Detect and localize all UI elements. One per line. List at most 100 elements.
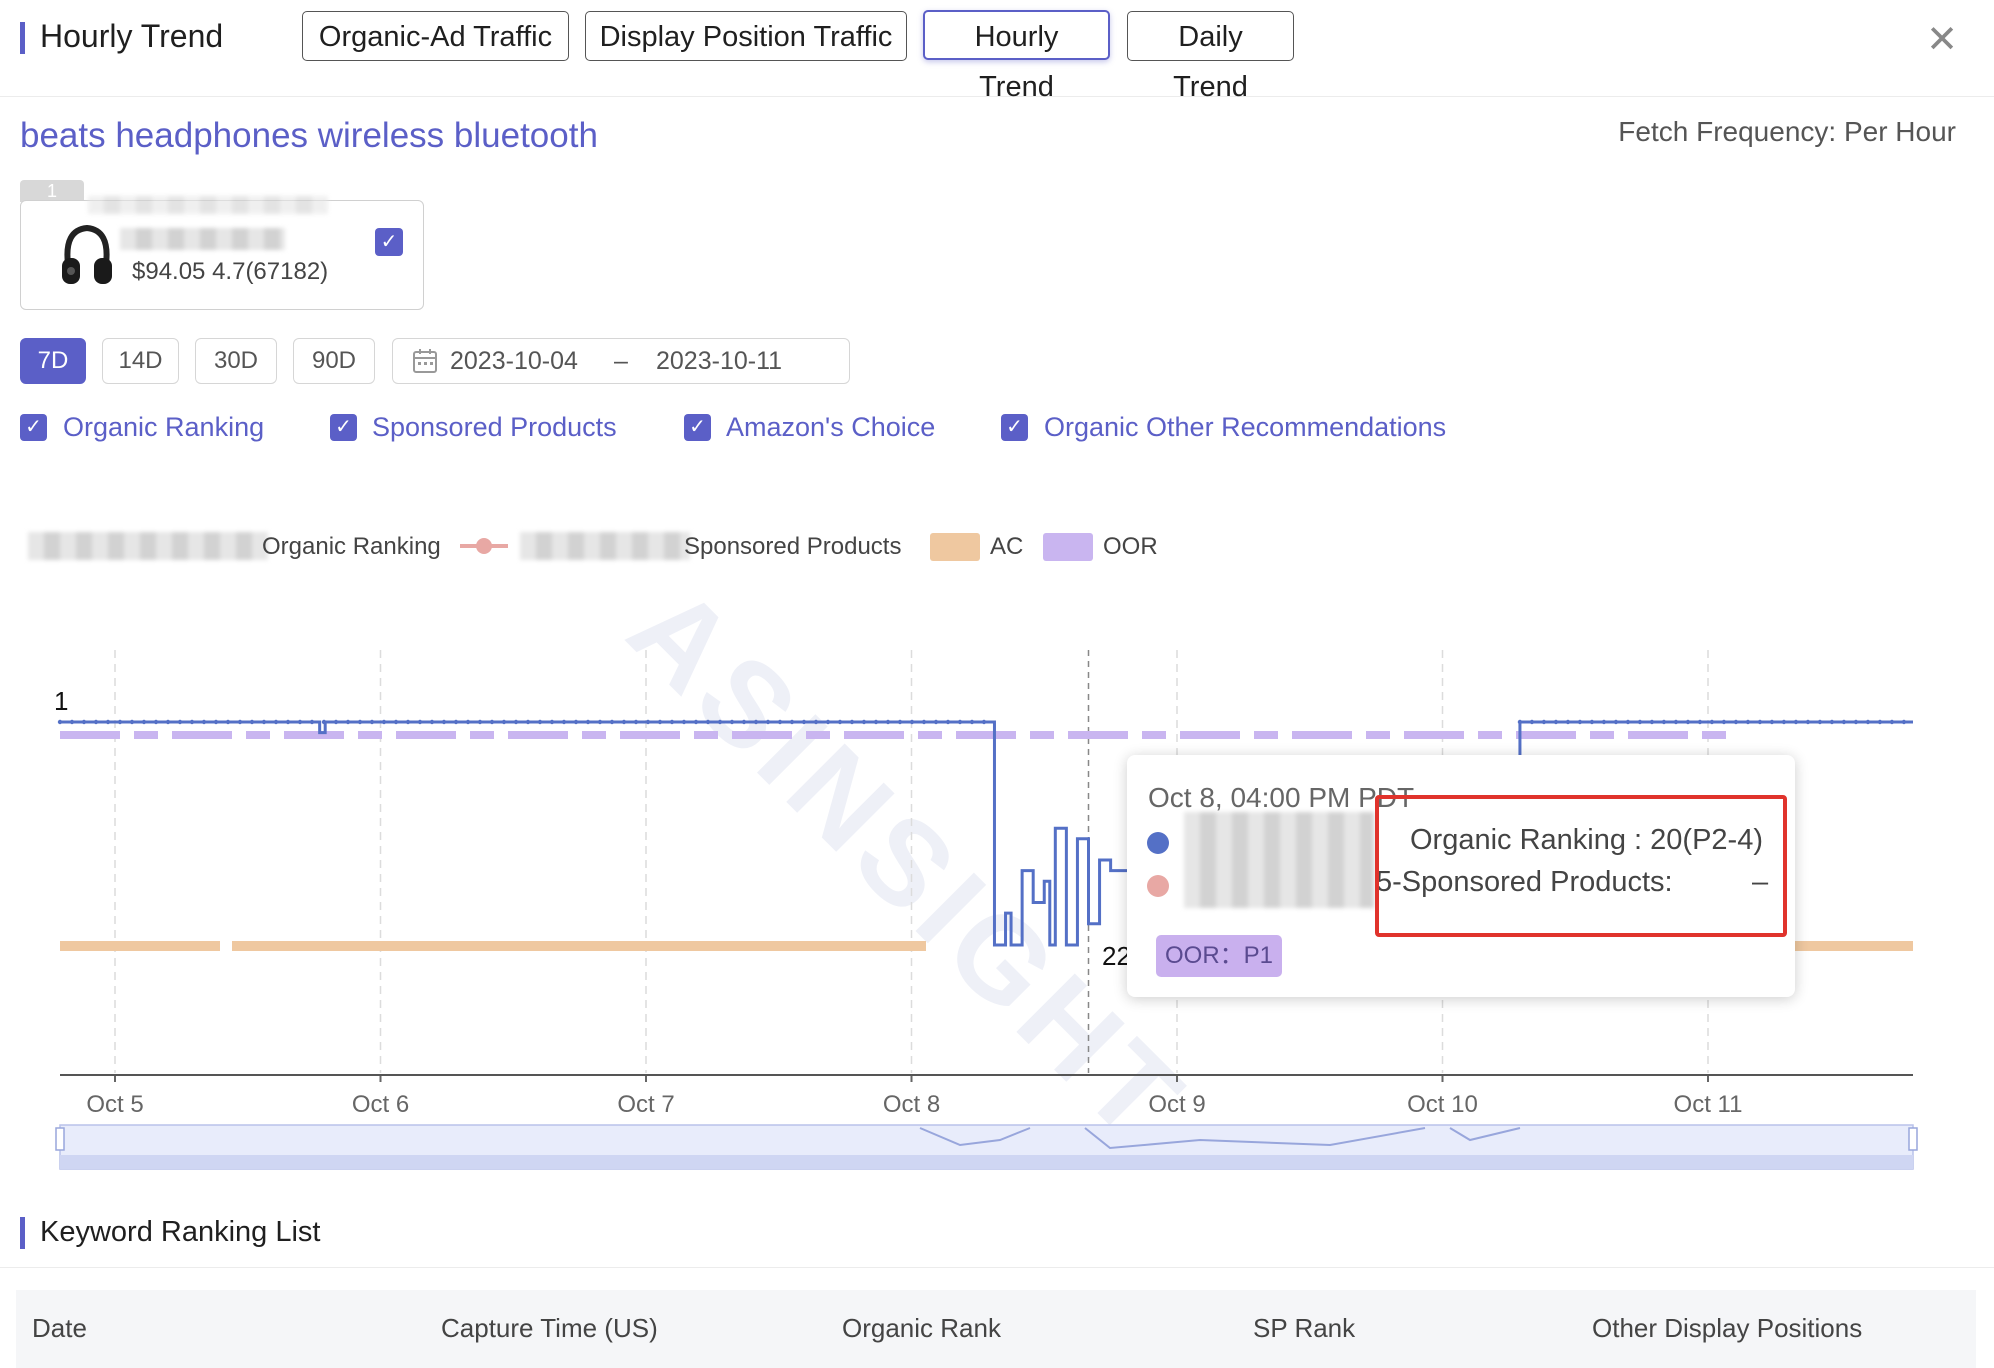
legend-ac-swatch[interactable] xyxy=(930,533,980,561)
date-end[interactable]: 2023-10-11 xyxy=(656,346,782,376)
organic-point xyxy=(189,719,195,725)
section-accent xyxy=(20,1217,25,1249)
data-zoom-bar[interactable] xyxy=(60,1155,1913,1169)
filter-label-amazons-choice[interactable]: Amazon's Choice xyxy=(726,409,935,445)
range-30d-button[interactable]: 30D xyxy=(195,338,277,384)
organic-point xyxy=(201,719,207,725)
x-tick-label: Oct 10 xyxy=(1407,1091,1478,1118)
organic-point xyxy=(789,719,795,725)
column-header-date[interactable]: Date xyxy=(32,1312,87,1344)
organic-point xyxy=(1601,719,1607,725)
organic-point xyxy=(105,719,111,725)
organic-point xyxy=(1733,719,1739,725)
range-90d-button[interactable]: 90D xyxy=(293,338,375,384)
x-tick-label: Oct 6 xyxy=(352,1091,409,1118)
x-tick-label: Oct 9 xyxy=(1148,1091,1205,1118)
organic-point xyxy=(81,719,87,725)
organic-point xyxy=(117,719,123,725)
legend-oor-label[interactable]: OOR xyxy=(1103,532,1158,562)
product-index: 1 xyxy=(20,180,84,202)
tab-daily-trend[interactable]: Daily Trend xyxy=(1127,11,1294,103)
column-header-other-display-positions[interactable]: Other Display Positions xyxy=(1592,1312,1862,1344)
headphones-icon xyxy=(62,224,112,284)
organic-point xyxy=(921,719,927,725)
organic-point xyxy=(621,719,627,725)
tooltip-oor-badge: OOR：P1 xyxy=(1156,935,1282,977)
organic-point xyxy=(1793,719,1799,725)
column-header-sp-rank[interactable]: SP Rank xyxy=(1253,1312,1355,1344)
organic-point xyxy=(1709,719,1715,725)
organic-point xyxy=(909,719,915,725)
column-header-organic-rank[interactable]: Organic Rank xyxy=(842,1312,1001,1344)
organic-point xyxy=(1841,719,1847,725)
legend-sponsored-marker[interactable] xyxy=(458,536,510,556)
organic-point xyxy=(333,719,339,725)
filter-label-sponsored-products[interactable]: Sponsored Products xyxy=(372,409,617,445)
organic-point xyxy=(453,719,459,725)
page-title: Hourly Trend xyxy=(40,18,224,54)
legend-sponsored-label[interactable]: Sponsored Products xyxy=(684,532,901,562)
organic-point xyxy=(93,719,99,725)
organic-point xyxy=(537,719,543,725)
organic-point xyxy=(1613,719,1619,725)
range-14d-button[interactable]: 14D xyxy=(102,338,179,384)
organic-point xyxy=(225,719,231,725)
close-icon[interactable]: ✕ xyxy=(1920,18,1964,62)
organic-point xyxy=(969,719,975,725)
organic-point xyxy=(1853,719,1859,725)
legend-ac-label[interactable]: AC xyxy=(990,532,1023,562)
product-checkbox[interactable]: ✓ xyxy=(375,228,403,256)
organic-point xyxy=(705,719,711,725)
column-header-capture-time[interactable]: Capture Time (US) xyxy=(441,1312,658,1344)
checkbox-organic-ranking[interactable]: ✓ xyxy=(20,414,47,441)
organic-point xyxy=(1745,719,1751,725)
legend-oor-swatch[interactable] xyxy=(1043,533,1093,561)
organic-point xyxy=(165,719,171,725)
organic-point xyxy=(1829,719,1835,725)
organic-point xyxy=(525,719,531,725)
organic-point xyxy=(549,719,555,725)
tab-organic-ad-traffic[interactable]: Organic-Ad Traffic xyxy=(302,11,569,61)
organic-point xyxy=(1769,719,1775,725)
date-start[interactable]: 2023-10-04 xyxy=(450,346,578,376)
legend-organic-label[interactable]: Organic Ranking xyxy=(262,532,441,562)
organic-point xyxy=(1673,719,1679,725)
organic-point xyxy=(477,719,483,725)
checkbox-amazons-choice[interactable]: ✓ xyxy=(684,414,711,441)
data-zoom-handle-right[interactable] xyxy=(1908,1127,1918,1151)
organic-point xyxy=(213,719,219,725)
organic-point xyxy=(57,719,63,725)
range-7d-button[interactable]: 7D xyxy=(20,338,86,384)
organic-point xyxy=(609,719,615,725)
organic-point xyxy=(1877,719,1883,725)
organic-point xyxy=(285,719,291,725)
organic-point xyxy=(273,719,279,725)
filter-label-organic-other-recommendations[interactable]: Organic Other Recommendations xyxy=(1044,409,1446,445)
tab-display-position-traffic[interactable]: Display Position Traffic xyxy=(585,11,907,61)
organic-point xyxy=(129,719,135,725)
organic-point xyxy=(177,719,183,725)
organic-point xyxy=(813,719,819,725)
organic-point xyxy=(369,719,375,725)
x-tick-label: Oct 11 xyxy=(1674,1091,1743,1118)
checkbox-organic-other-recommendations[interactable]: ✓ xyxy=(1001,414,1028,441)
organic-point xyxy=(945,719,951,725)
organic-point xyxy=(1649,719,1655,725)
organic-point xyxy=(765,719,771,725)
organic-point xyxy=(417,719,423,725)
organic-point xyxy=(729,719,735,725)
organic-point xyxy=(885,719,891,725)
filter-label-organic-ranking[interactable]: Organic Ranking xyxy=(63,409,264,445)
organic-point xyxy=(153,719,159,725)
organic-point xyxy=(801,719,807,725)
product-name-redacted xyxy=(88,196,328,214)
checkbox-sponsored-products[interactable]: ✓ xyxy=(330,414,357,441)
organic-point xyxy=(741,719,747,725)
organic-point xyxy=(261,719,267,725)
organic-point xyxy=(1637,719,1643,725)
organic-point xyxy=(957,719,963,725)
organic-point xyxy=(69,719,75,725)
tab-hourly-trend[interactable]: Hourly Trend xyxy=(923,10,1110,103)
data-zoom-handle-left[interactable] xyxy=(55,1127,65,1151)
organic-point xyxy=(573,719,579,725)
